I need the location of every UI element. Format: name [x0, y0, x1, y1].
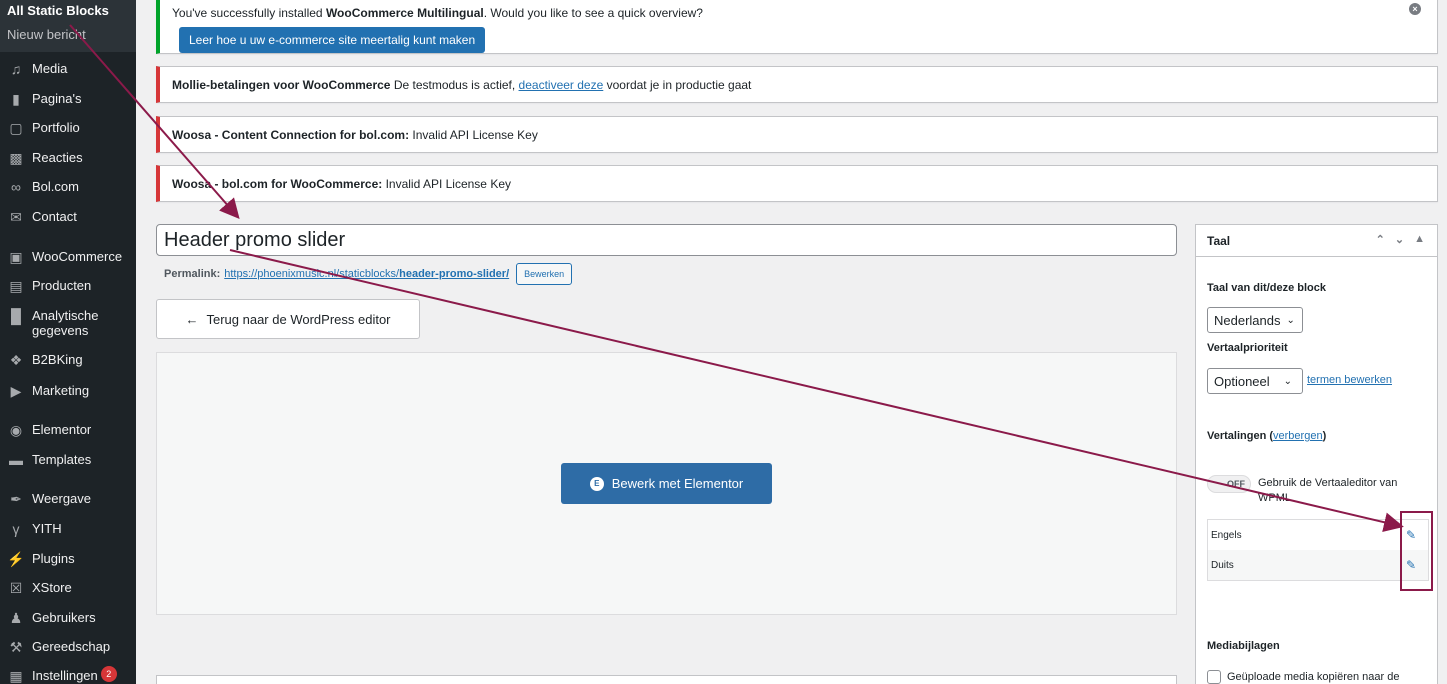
copy-media-option[interactable]: Geüploade media kopiëren naar de [1207, 670, 1399, 684]
wrench-icon: ⚒ [9, 638, 23, 655]
copy-media-checkbox[interactable] [1207, 670, 1221, 684]
move-down-icon[interactable]: ⌄ [1395, 233, 1404, 246]
edit-permalink-button[interactable]: Bewerken [516, 263, 573, 285]
analytics-icon: █ [11, 308, 21, 324]
sidebar-item-settings[interactable]: ▦ Instellingen 2 [0, 666, 136, 684]
sidebar-item-analytics[interactable]: █ Analytische gegevens [0, 306, 136, 338]
back-to-wordpress-editor-button[interactable]: ← Terug naar de WordPress editor [156, 299, 420, 339]
chevron-down-icon: ⌄ [1283, 375, 1293, 387]
media-icon: ♫ [10, 61, 22, 77]
sidebar-item-tools[interactable]: ⚒ Gereedschap [0, 637, 136, 657]
sidebar-item-elementor[interactable]: ◉ Elementor [0, 420, 136, 440]
settings-icon: ▦ [9, 667, 23, 684]
priority-label: Vertaalprioriteit [1207, 342, 1288, 354]
priority-select[interactable]: Optioneel ⌄ [1207, 368, 1303, 394]
sidebar-item-bolcom[interactable]: ∞ Bol.com [0, 177, 136, 197]
sidebar-item-yith[interactable]: γ YITH [0, 519, 136, 539]
edit-terms-link[interactable]: termen bewerken [1307, 374, 1392, 386]
woosa-bolcom-notice: Woosa - bol.com for WooCommerce: Invalid… [156, 165, 1438, 202]
language-select[interactable]: Nederlands ⌄ [1207, 307, 1303, 333]
sidebar-item-products[interactable]: ▤ Producten [0, 276, 136, 296]
mollie-notice: Mollie-betalingen voor WooCommerce De te… [156, 66, 1438, 103]
mail-icon: ✉ [10, 208, 22, 225]
elementor-icon: E [589, 476, 604, 491]
sidebar-item-portfolio[interactable]: ▢ Portfolio [0, 118, 136, 138]
wpml-overview-button[interactable]: Leer hoe u uw e-commerce site meertalig … [179, 27, 486, 53]
wpml-notice: You've successfully installed WooCommerc… [156, 0, 1438, 54]
bolcom-icon: ∞ [11, 179, 21, 195]
products-icon: ▤ [9, 277, 23, 294]
yith-icon: γ [12, 521, 20, 537]
pages-icon: ▮ [12, 90, 20, 107]
permalink-row: Permalink: https://phoenixmusic.nl/stati… [164, 263, 573, 285]
next-metabox [156, 675, 1177, 684]
language-metabox-header: Taal ⌃ ⌄ ▲ [1196, 225, 1437, 257]
sidebar-item-pages[interactable]: ▮ Pagina's [0, 89, 136, 109]
dismiss-icon[interactable]: × [1409, 3, 1421, 15]
woocommerce-icon: ▣ [9, 248, 23, 265]
submenu-new-post[interactable]: Nieuw bericht [0, 22, 136, 46]
sidebar-item-comments[interactable]: ▩ Reacties [0, 148, 136, 168]
woosa-content-notice: Woosa - Content Connection for bol.com: … [156, 116, 1438, 153]
megaphone-icon: ▶ [10, 382, 22, 399]
translation-row-german: Duits ✎ [1208, 550, 1428, 580]
users-icon: ♟ [9, 609, 23, 626]
translation-editor-label: Gebruik de Vertaaleditor van WPML [1258, 477, 1398, 504]
permalink-link[interactable]: https://phoenixmusic.nl/staticblocks/hea… [224, 268, 509, 280]
media-attachments-heading: Mediabijlagen [1207, 640, 1280, 652]
plugin-icon: ⚡ [7, 550, 25, 567]
static-blocks-submenu: All Static Blocks Nieuw bericht [0, 0, 136, 52]
sidebar-item-b2bking[interactable]: ❖ B2BKing [0, 350, 136, 370]
sidebar-item-appearance[interactable]: ✒ Weergave [0, 489, 136, 509]
admin-sidebar: All Static Blocks Nieuw bericht ♫ Media … [0, 0, 136, 684]
submenu-all-static-blocks[interactable]: All Static Blocks [0, 0, 136, 22]
sidebar-item-media[interactable]: ♫ Media [0, 59, 136, 79]
hide-translations-link[interactable]: verbergen [1273, 430, 1323, 442]
deactivate-testmode-link[interactable]: deactiveer deze [519, 78, 604, 92]
elementor-icon: ◉ [9, 421, 23, 438]
comments-icon: ▩ [9, 149, 23, 166]
brush-icon: ✒ [10, 490, 22, 507]
post-title-input[interactable]: Header promo slider [156, 224, 1177, 256]
portfolio-icon: ▢ [9, 119, 23, 136]
chevron-down-icon: ⌄ [1286, 314, 1295, 326]
translations-table: Engels ✎ Duits ✎ [1207, 519, 1429, 581]
sidebar-item-templates[interactable]: ▬ Templates [0, 450, 136, 470]
xstore-icon: ☒ [9, 579, 23, 596]
language-metabox: Taal ⌃ ⌄ ▲ Taal van dit/deze block Neder… [1195, 224, 1438, 684]
sidebar-item-plugins[interactable]: ⚡ Plugins [0, 549, 136, 569]
sidebar-item-marketing[interactable]: ▶ Marketing [0, 381, 136, 401]
collapse-icon[interactable]: ▲ [1414, 233, 1425, 246]
annotation-highlight-box [1400, 511, 1433, 591]
b2bking-icon: ❖ [9, 351, 23, 368]
language-label: Taal van dit/deze block [1207, 282, 1326, 294]
move-up-icon[interactable]: ⌃ [1376, 233, 1385, 246]
translation-editor-toggle[interactable]: OFF [1207, 475, 1251, 493]
sidebar-item-xstore[interactable]: ☒ XStore [0, 578, 136, 598]
sidebar-item-users[interactable]: ♟ Gebruikers [0, 608, 136, 628]
translations-heading: Vertalingen (verbergen) [1207, 430, 1327, 442]
translation-row-english: Engels ✎ [1211, 528, 1416, 542]
arrow-left-icon: ← [185, 311, 199, 327]
updates-badge: 2 [100, 666, 117, 682]
sidebar-item-woocommerce[interactable]: ▣ WooCommerce [0, 247, 136, 267]
folder-icon: ▬ [9, 452, 23, 468]
edit-with-elementor-button[interactable]: E Bewerk met Elementor [561, 463, 772, 504]
sidebar-item-contact[interactable]: ✉ Contact [0, 207, 136, 227]
